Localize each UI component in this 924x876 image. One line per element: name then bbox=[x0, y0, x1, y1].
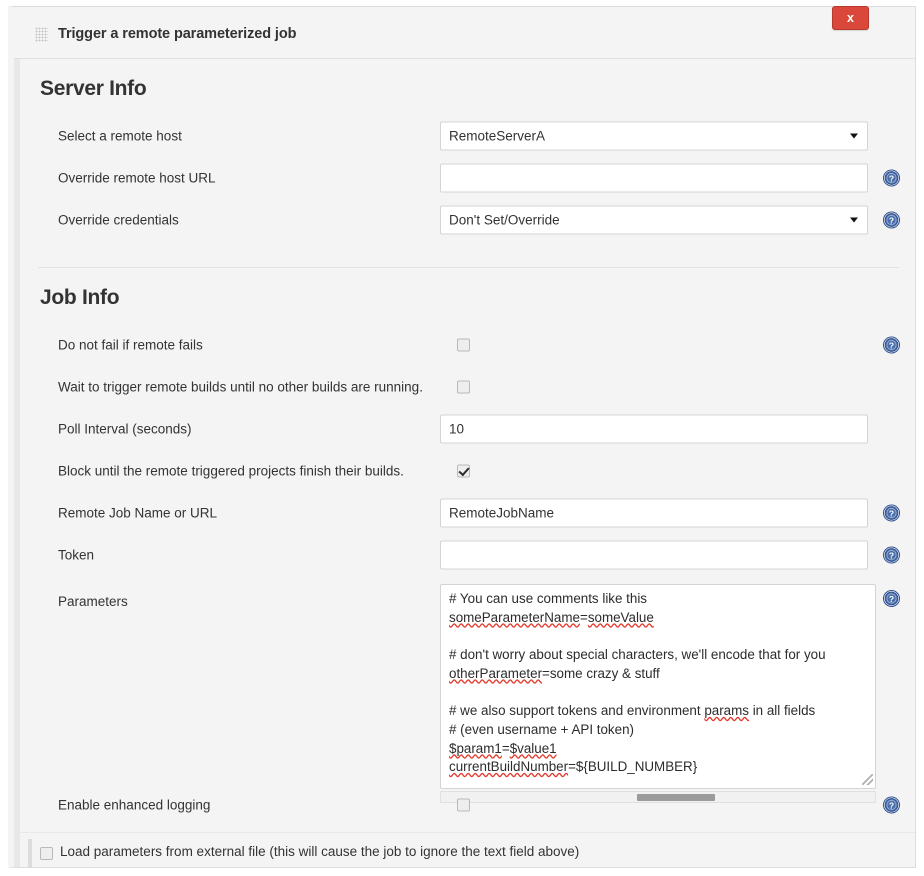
drag-grip-icon[interactable] bbox=[35, 27, 48, 42]
label-poll-interval: Poll Interval (seconds) bbox=[58, 421, 192, 437]
label-wait-to-trigger: Wait to trigger remote builds until no o… bbox=[58, 379, 423, 395]
select-override-credentials[interactable]: Don't Set/Override bbox=[440, 205, 868, 235]
svg-text:?: ? bbox=[889, 341, 894, 351]
row-override-host-url: Override remote host URL ? bbox=[14, 157, 915, 199]
override-host-url-wrap bbox=[440, 163, 868, 193]
help-circle-icon[interactable]: ? bbox=[883, 546, 900, 564]
build-step-panel: Trigger a remote parameterized job x Ser… bbox=[8, 6, 916, 868]
chevron-down-icon bbox=[850, 217, 858, 223]
poll-interval-input[interactable] bbox=[440, 414, 868, 444]
help-circle-icon[interactable]: ? bbox=[883, 796, 900, 814]
row-select-remote-host: Select a remote host RemoteServerA bbox=[14, 115, 915, 157]
row-poll-interval: Poll Interval (seconds) bbox=[14, 408, 915, 450]
parameters-textarea[interactable]: # You can use comments like this somePar… bbox=[440, 584, 876, 789]
label-load-external-file: Load parameters from external file (this… bbox=[60, 844, 580, 859]
label-remote-job-name: Remote Job Name or URL bbox=[58, 505, 218, 521]
token-wrap bbox=[440, 540, 868, 570]
remote-job-name-input[interactable] bbox=[440, 498, 868, 528]
help-circle-icon[interactable]: ? bbox=[883, 504, 900, 522]
label-enhanced-logging: Enable enhanced logging bbox=[58, 797, 211, 813]
override-credentials-wrap: Don't Set/Override bbox=[440, 205, 868, 235]
help-circle-icon[interactable]: ? bbox=[883, 169, 900, 187]
panel-title: Trigger a remote parameterized job bbox=[58, 26, 297, 42]
select-remote-host[interactable]: RemoteServerA bbox=[440, 121, 868, 151]
external-file-rail bbox=[28, 839, 32, 867]
row-remote-job-name: Remote Job Name or URL ? bbox=[14, 492, 915, 534]
token-input[interactable] bbox=[440, 540, 868, 570]
svg-text:?: ? bbox=[889, 174, 894, 184]
label-token: Token bbox=[58, 547, 95, 563]
row-do-not-fail: Do not fail if remote fails ? bbox=[14, 324, 915, 366]
row-wait-to-trigger: Wait to trigger remote builds until no o… bbox=[14, 366, 915, 408]
label-block-until-finish: Block until the remote triggered project… bbox=[58, 463, 404, 479]
row-enhanced-logging: Enable enhanced logging ? bbox=[14, 784, 915, 826]
help-circle-icon[interactable]: ? bbox=[883, 336, 900, 354]
label-override-credentials: Override credentials bbox=[58, 212, 179, 228]
select-override-credentials-value: Don't Set/Override bbox=[449, 212, 560, 228]
svg-text:?: ? bbox=[889, 509, 894, 519]
section-job-info: Job Info Do not fail if remote fails ? W… bbox=[14, 268, 915, 826]
checkbox-do-not-fail[interactable] bbox=[457, 338, 470, 352]
row-override-credentials: Override credentials Don't Set/Override … bbox=[14, 199, 915, 241]
label-select-remote-host: Select a remote host bbox=[58, 128, 182, 144]
section-server-info: Server Info Select a remote host RemoteS… bbox=[14, 59, 915, 268]
help-circle-icon[interactable]: ? bbox=[883, 211, 900, 229]
help-circle-icon[interactable]: ? bbox=[883, 590, 900, 607]
row-load-external-file: Load parameters from external file (this… bbox=[14, 832, 915, 872]
checkbox-block-until-finish[interactable] bbox=[457, 464, 470, 478]
panel-header: Trigger a remote parameterized job x bbox=[14, 6, 915, 59]
checkbox-load-external-file[interactable] bbox=[40, 847, 53, 860]
override-host-url-input[interactable] bbox=[440, 163, 868, 193]
screen: Trigger a remote parameterized job x Ser… bbox=[0, 0, 924, 876]
poll-interval-wrap bbox=[440, 414, 868, 444]
remote-job-name-wrap bbox=[440, 498, 868, 528]
row-block-until-finish: Block until the remote triggered project… bbox=[14, 450, 915, 492]
label-override-host-url: Override remote host URL bbox=[58, 170, 216, 186]
label-do-not-fail: Do not fail if remote fails bbox=[58, 337, 203, 353]
svg-text:?: ? bbox=[889, 551, 894, 561]
select-remote-host-wrap: RemoteServerA bbox=[440, 121, 868, 151]
checkbox-wait-to-trigger[interactable] bbox=[457, 380, 470, 394]
select-remote-host-value: RemoteServerA bbox=[449, 128, 546, 144]
checkbox-enhanced-logging[interactable] bbox=[457, 798, 470, 812]
parameters-wrap: # You can use comments like this somePar… bbox=[440, 584, 876, 803]
section-title-server-info: Server Info bbox=[40, 77, 147, 100]
row-parameters: Parameters # You can use comments like t… bbox=[14, 576, 915, 803]
svg-text:?: ? bbox=[889, 594, 894, 604]
label-parameters: Parameters bbox=[58, 594, 128, 609]
svg-text:?: ? bbox=[889, 216, 894, 226]
section-title-job-info: Job Info bbox=[40, 286, 120, 309]
row-token: Token ? bbox=[14, 534, 915, 576]
svg-text:?: ? bbox=[889, 801, 894, 811]
chevron-down-icon bbox=[850, 133, 858, 139]
close-button[interactable]: x bbox=[832, 6, 869, 30]
